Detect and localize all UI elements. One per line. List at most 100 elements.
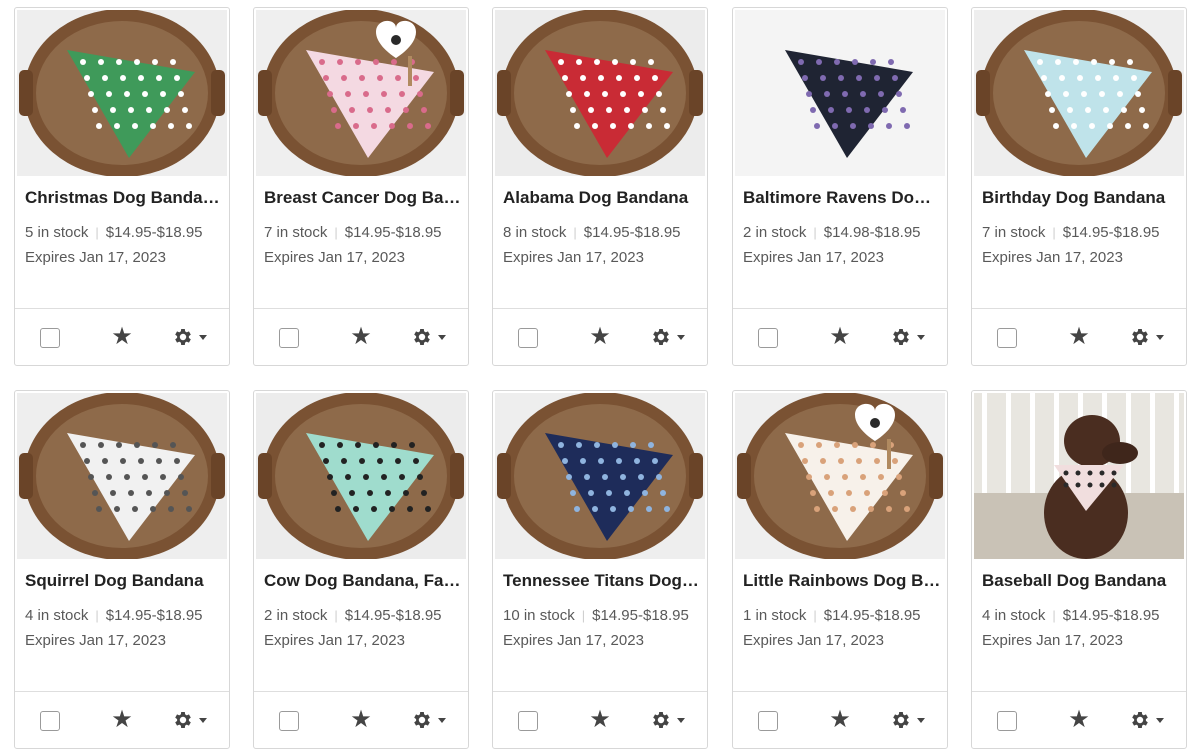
settings-menu-button[interactable] xyxy=(890,324,930,350)
settings-menu-button[interactable] xyxy=(411,707,451,733)
settings-menu-button[interactable] xyxy=(411,324,451,350)
caret-down-icon xyxy=(677,718,685,723)
listing-card[interactable]: Cow Dog Bandana, Farm 2 in stock | $14.95-$… xyxy=(253,390,469,749)
separator: | xyxy=(813,608,817,623)
caret-down-icon xyxy=(1156,718,1164,723)
listing-card[interactable]: Breast Cancer Dog Bandana 7 in stock | $14.… xyxy=(253,7,469,366)
settings-menu-button[interactable] xyxy=(172,324,212,350)
star-icon[interactable]: ★ xyxy=(828,325,852,349)
settings-menu-button[interactable] xyxy=(650,324,690,350)
listing-price: $14.95-$18.95 xyxy=(105,224,203,241)
listing-expiry: Expires Jan 17, 2023 xyxy=(982,249,1123,266)
separator: | xyxy=(813,225,817,240)
listing-thumbnail[interactable] xyxy=(256,10,466,176)
listing-title[interactable]: Baltimore Ravens Dog Bandana xyxy=(743,188,941,208)
listing-stock-price: 4 in stock | $14.95-$18.95 xyxy=(982,607,1182,624)
listing-stock: 7 in stock xyxy=(264,224,328,241)
select-checkbox[interactable] xyxy=(40,711,60,731)
star-icon[interactable]: ★ xyxy=(1067,325,1091,349)
listing-price: $14.95-$18.95 xyxy=(1062,224,1160,241)
listing-title[interactable]: Birthday Dog Bandana xyxy=(982,188,1180,208)
listing-stock-price: 2 in stock | $14.98-$18.95 xyxy=(743,224,943,241)
star-icon[interactable]: ★ xyxy=(349,325,373,349)
listing-thumbnail[interactable] xyxy=(735,10,945,176)
listing-card[interactable]: Tennessee Titans Dog Bandana 10 in stock |… xyxy=(492,390,708,749)
listing-actions: ★ xyxy=(972,691,1186,748)
listing-price: $14.95-$18.95 xyxy=(344,224,442,241)
caret-down-icon xyxy=(199,335,207,340)
select-checkbox[interactable] xyxy=(758,328,778,348)
star-icon[interactable]: ★ xyxy=(588,325,612,349)
listing-stock: 4 in stock xyxy=(25,607,89,624)
listing-title[interactable]: Alabama Dog Bandana xyxy=(503,188,701,208)
select-checkbox[interactable] xyxy=(279,328,299,348)
listing-price: $14.95-$18.95 xyxy=(583,224,681,241)
listing-thumbnail[interactable] xyxy=(17,393,227,559)
star-icon[interactable]: ★ xyxy=(110,708,134,732)
separator: | xyxy=(95,225,99,240)
listing-title[interactable]: Baseball Dog Bandana xyxy=(982,571,1180,591)
listing-stock: 1 in stock xyxy=(743,607,807,624)
listing-thumbnail[interactable] xyxy=(256,393,466,559)
listing-price: $14.95-$18.95 xyxy=(344,607,442,624)
listing-actions: ★ xyxy=(733,308,947,365)
settings-menu-button[interactable] xyxy=(1129,707,1169,733)
listing-title[interactable]: Little Rainbows Dog Bandana xyxy=(743,571,941,591)
listing-stock-price: 8 in stock | $14.95-$18.95 xyxy=(503,224,703,241)
listing-stock-price: 7 in stock | $14.95-$18.95 xyxy=(982,224,1182,241)
listing-title[interactable]: Tennessee Titans Dog Bandana xyxy=(503,571,701,591)
listing-card[interactable]: Baltimore Ravens Dog Bandana 2 in stock | $… xyxy=(732,7,948,366)
listing-stock: 8 in stock xyxy=(503,224,567,241)
listing-stock: 5 in stock xyxy=(25,224,89,241)
select-checkbox[interactable] xyxy=(518,328,538,348)
listing-card[interactable]: Birthday Dog Bandana 7 in stock | $14.95-$1… xyxy=(971,7,1187,366)
listing-stock-price: 10 in stock | $14.95-$18.95 xyxy=(503,607,703,624)
select-checkbox[interactable] xyxy=(758,711,778,731)
listing-title[interactable]: Squirrel Dog Bandana xyxy=(25,571,223,591)
listing-stock: 2 in stock xyxy=(743,224,807,241)
listing-thumbnail[interactable] xyxy=(735,393,945,559)
listing-stock: 10 in stock xyxy=(503,607,575,624)
listing-expiry: Expires Jan 17, 2023 xyxy=(743,249,884,266)
separator: | xyxy=(95,608,99,623)
listing-actions: ★ xyxy=(972,308,1186,365)
listing-expiry: Expires Jan 17, 2023 xyxy=(25,249,166,266)
listing-actions: ★ xyxy=(493,308,707,365)
listing-card[interactable]: Squirrel Dog Bandana 4 in stock | $14.95-$1… xyxy=(14,390,230,749)
star-icon[interactable]: ★ xyxy=(588,708,612,732)
listing-expiry: Expires Jan 17, 2023 xyxy=(982,632,1123,649)
listing-card[interactable]: Baseball Dog Bandana 4 in stock | $14.95-$1… xyxy=(971,390,1187,749)
settings-menu-button[interactable] xyxy=(172,707,212,733)
listing-thumbnail[interactable] xyxy=(974,10,1184,176)
listing-thumbnail[interactable] xyxy=(17,10,227,176)
listing-title[interactable]: Breast Cancer Dog Bandana xyxy=(264,188,462,208)
select-checkbox[interactable] xyxy=(40,328,60,348)
listing-title[interactable]: Cow Dog Bandana, Farm xyxy=(264,571,462,591)
select-checkbox[interactable] xyxy=(997,328,1017,348)
star-icon[interactable]: ★ xyxy=(828,708,852,732)
star-icon[interactable]: ★ xyxy=(349,708,373,732)
listing-card[interactable]: Christmas Dog Bandana, Over the Collar 5 … xyxy=(14,7,230,366)
listing-price: $14.95-$18.95 xyxy=(592,607,689,624)
select-checkbox[interactable] xyxy=(518,711,538,731)
select-checkbox[interactable] xyxy=(997,711,1017,731)
separator: | xyxy=(573,225,577,240)
listing-thumbnail[interactable] xyxy=(495,393,705,559)
listing-expiry: Expires Jan 17, 2023 xyxy=(743,632,884,649)
listing-thumbnail[interactable] xyxy=(974,393,1184,559)
listing-actions: ★ xyxy=(254,691,468,748)
settings-menu-button[interactable] xyxy=(890,707,930,733)
listing-title[interactable]: Christmas Dog Bandana, Over the Collar xyxy=(25,188,223,208)
settings-menu-button[interactable] xyxy=(650,707,690,733)
separator: | xyxy=(334,225,338,240)
listing-actions: ★ xyxy=(15,308,229,365)
star-icon[interactable]: ★ xyxy=(110,325,134,349)
listing-thumbnail[interactable] xyxy=(495,10,705,176)
settings-menu-button[interactable] xyxy=(1129,324,1169,350)
listing-card[interactable]: Alabama Dog Bandana 8 in stock | $14.95-$18… xyxy=(492,7,708,366)
listing-stock-price: 2 in stock | $14.95-$18.95 xyxy=(264,607,464,624)
star-icon[interactable]: ★ xyxy=(1067,708,1091,732)
separator: | xyxy=(581,608,586,623)
select-checkbox[interactable] xyxy=(279,711,299,731)
listing-card[interactable]: Little Rainbows Dog Bandana 1 in stock | $1… xyxy=(732,390,948,749)
